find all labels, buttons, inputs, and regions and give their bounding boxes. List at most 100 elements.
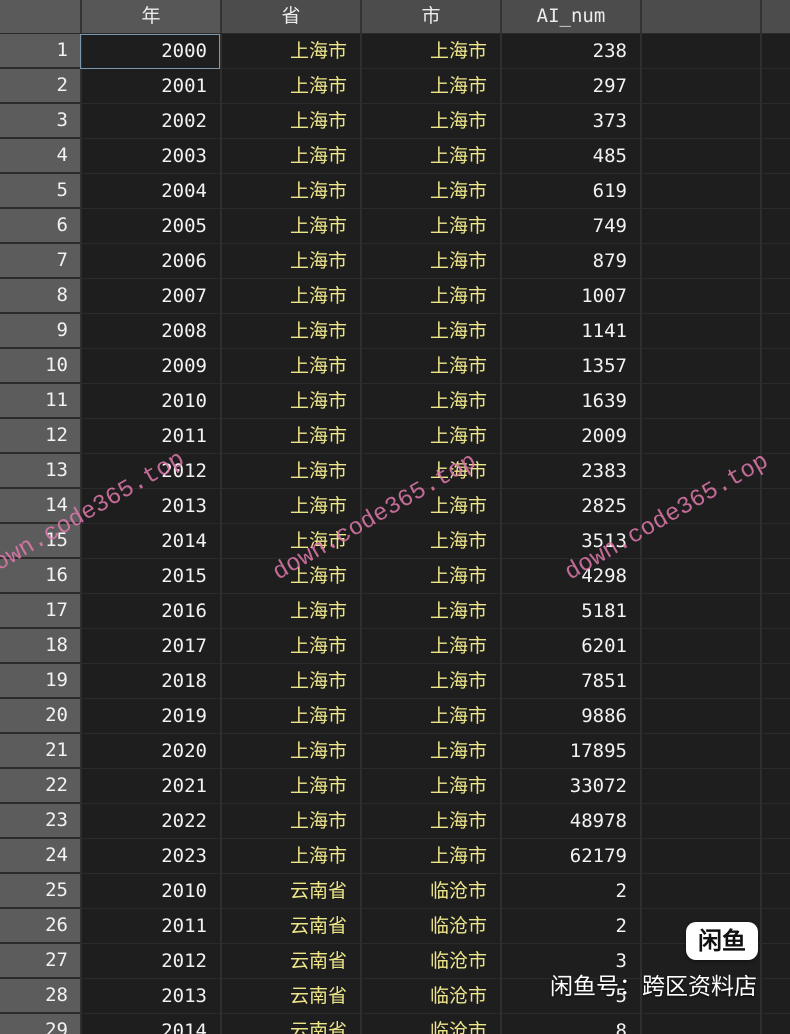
row-number[interactable]: 10 <box>0 349 80 384</box>
cell-year[interactable]: 2011 <box>80 419 220 454</box>
table-row[interactable]: 2 2001 上海市 上海市 297 <box>0 69 790 104</box>
cell-province[interactable]: 云南省 <box>220 909 360 944</box>
cell-ai-num[interactable]: 297 <box>500 69 640 104</box>
cell-ai-num[interactable]: 3513 <box>500 524 640 559</box>
table-row[interactable]: 23 2022 上海市 上海市 48978 <box>0 804 790 839</box>
cell-city[interactable]: 临沧市 <box>360 944 500 979</box>
cell-city[interactable]: 上海市 <box>360 69 500 104</box>
cell-province[interactable]: 上海市 <box>220 279 360 314</box>
cell-city[interactable]: 上海市 <box>360 139 500 174</box>
cell-year[interactable]: 2000 <box>80 34 220 69</box>
row-number[interactable]: 20 <box>0 699 80 734</box>
cell-ai-num[interactable]: 749 <box>500 209 640 244</box>
cell-city[interactable]: 上海市 <box>360 244 500 279</box>
row-number[interactable]: 9 <box>0 314 80 349</box>
cell-province[interactable]: 上海市 <box>220 349 360 384</box>
table-row[interactable]: 21 2020 上海市 上海市 17895 <box>0 734 790 769</box>
row-number[interactable]: 22 <box>0 769 80 804</box>
cell-year[interactable]: 2001 <box>80 69 220 104</box>
empty-cell[interactable] <box>760 244 790 279</box>
cell-year[interactable]: 2021 <box>80 769 220 804</box>
empty-cell[interactable] <box>760 454 790 489</box>
cell-year[interactable]: 2015 <box>80 559 220 594</box>
cell-province[interactable]: 云南省 <box>220 874 360 909</box>
empty-cell[interactable] <box>640 454 760 489</box>
row-number[interactable]: 25 <box>0 874 80 909</box>
cell-city[interactable]: 上海市 <box>360 104 500 139</box>
cell-province[interactable]: 上海市 <box>220 104 360 139</box>
cell-year[interactable]: 2018 <box>80 664 220 699</box>
cell-province[interactable]: 上海市 <box>220 34 360 69</box>
cell-city[interactable]: 上海市 <box>360 314 500 349</box>
row-number[interactable]: 26 <box>0 909 80 944</box>
empty-cell[interactable] <box>760 209 790 244</box>
row-number[interactable]: 5 <box>0 174 80 209</box>
cell-city[interactable]: 临沧市 <box>360 979 500 1014</box>
row-number[interactable]: 4 <box>0 139 80 174</box>
empty-cell[interactable] <box>760 804 790 839</box>
empty-cell[interactable] <box>760 524 790 559</box>
empty-cell[interactable] <box>760 349 790 384</box>
row-number[interactable]: 13 <box>0 454 80 489</box>
cell-year[interactable]: 2004 <box>80 174 220 209</box>
empty-cell[interactable] <box>640 874 760 909</box>
cell-year[interactable]: 2013 <box>80 979 220 1014</box>
empty-cell[interactable] <box>640 104 760 139</box>
cell-ai-num[interactable]: 6201 <box>500 629 640 664</box>
row-number[interactable]: 23 <box>0 804 80 839</box>
cell-ai-num[interactable]: 2383 <box>500 454 640 489</box>
empty-cell[interactable] <box>640 419 760 454</box>
cell-ai-num[interactable]: 619 <box>500 174 640 209</box>
cell-year[interactable]: 2016 <box>80 594 220 629</box>
cell-province[interactable]: 上海市 <box>220 454 360 489</box>
cell-city[interactable]: 上海市 <box>360 629 500 664</box>
empty-cell[interactable] <box>760 874 790 909</box>
cell-ai-num[interactable]: 5181 <box>500 594 640 629</box>
cell-city[interactable]: 上海市 <box>360 279 500 314</box>
cell-city[interactable]: 上海市 <box>360 839 500 874</box>
table-row[interactable]: 15 2014 上海市 上海市 3513 <box>0 524 790 559</box>
cell-city[interactable]: 上海市 <box>360 349 500 384</box>
empty-cell[interactable] <box>640 209 760 244</box>
row-number[interactable]: 19 <box>0 664 80 699</box>
cell-ai-num[interactable]: 1007 <box>500 279 640 314</box>
table-row[interactable]: 5 2004 上海市 上海市 619 <box>0 174 790 209</box>
table-row[interactable]: 24 2023 上海市 上海市 62179 <box>0 839 790 874</box>
cell-province[interactable]: 上海市 <box>220 629 360 664</box>
cell-year[interactable]: 2020 <box>80 734 220 769</box>
cell-ai-num[interactable]: 7851 <box>500 664 640 699</box>
empty-cell[interactable] <box>760 559 790 594</box>
row-number[interactable]: 29 <box>0 1014 80 1034</box>
cell-province[interactable]: 上海市 <box>220 209 360 244</box>
empty-cell[interactable] <box>640 804 760 839</box>
table-row[interactable]: 4 2003 上海市 上海市 485 <box>0 139 790 174</box>
row-number[interactable]: 8 <box>0 279 80 314</box>
cell-year[interactable]: 2008 <box>80 314 220 349</box>
cell-province[interactable]: 上海市 <box>220 734 360 769</box>
table-row[interactable]: 8 2007 上海市 上海市 1007 <box>0 279 790 314</box>
row-number[interactable]: 16 <box>0 559 80 594</box>
empty-cell[interactable] <box>640 524 760 559</box>
cell-ai-num[interactable]: 2009 <box>500 419 640 454</box>
empty-cell[interactable] <box>760 139 790 174</box>
empty-cell[interactable] <box>640 629 760 664</box>
empty-cell[interactable] <box>640 699 760 734</box>
empty-cell[interactable] <box>640 769 760 804</box>
row-number[interactable]: 24 <box>0 839 80 874</box>
cell-city[interactable]: 上海市 <box>360 664 500 699</box>
cell-ai-num[interactable]: 8 <box>500 1014 640 1034</box>
cell-year[interactable]: 2009 <box>80 349 220 384</box>
cell-city[interactable]: 上海市 <box>360 489 500 524</box>
table-row[interactable]: 29 2014 云南省 临沧市 8 <box>0 1014 790 1034</box>
cell-city[interactable]: 上海市 <box>360 734 500 769</box>
row-number[interactable]: 18 <box>0 629 80 664</box>
cell-year[interactable]: 2006 <box>80 244 220 279</box>
empty-cell[interactable] <box>640 384 760 419</box>
cell-year[interactable]: 2014 <box>80 1014 220 1034</box>
cell-year[interactable]: 2007 <box>80 279 220 314</box>
cell-city[interactable]: 上海市 <box>360 209 500 244</box>
cell-province[interactable]: 上海市 <box>220 69 360 104</box>
cell-province[interactable]: 上海市 <box>220 174 360 209</box>
table-row[interactable]: 9 2008 上海市 上海市 1141 <box>0 314 790 349</box>
cell-year[interactable]: 2012 <box>80 944 220 979</box>
